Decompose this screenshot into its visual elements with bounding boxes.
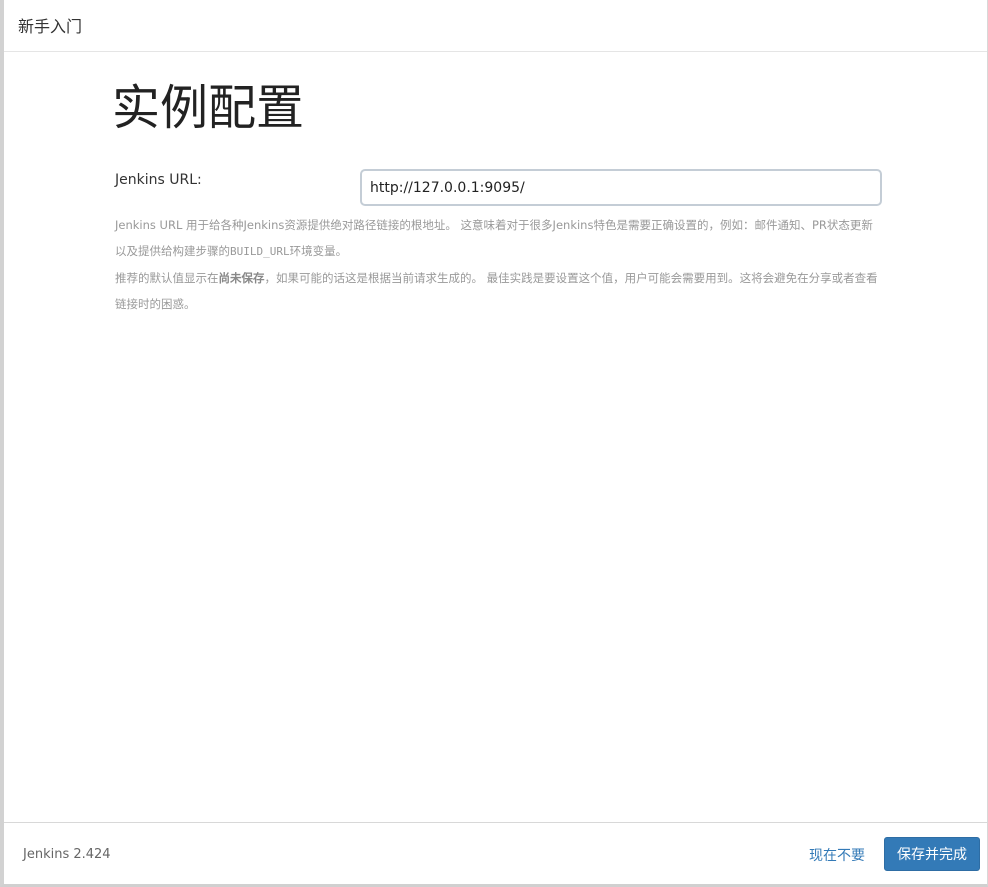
- dialog-footer: Jenkins 2.424 现在不要 保存并完成: [4, 822, 987, 884]
- build-url-code: BUILD_URL: [230, 245, 290, 258]
- jenkins-url-input[interactable]: [360, 169, 882, 206]
- dialog-header: 新手入门: [4, 0, 987, 52]
- help-paragraph-1: Jenkins URL 用于给各种Jenkins资源提供绝对路径链接的根地址。 …: [115, 218, 873, 258]
- not-now-button[interactable]: 现在不要: [809, 845, 865, 865]
- help-paragraph-2: 推荐的默认值显示在尚未保存，如果可能的话这是根据当前请求生成的。 最佳实践是要设…: [115, 271, 878, 311]
- setup-wizard-dialog: 新手入门 实例配置 Jenkins URL: Jenkins URL 用于给各种…: [0, 0, 988, 887]
- not-saved-emphasis: 尚未保存: [218, 271, 265, 285]
- jenkins-url-help: Jenkins URL 用于给各种Jenkins资源提供绝对路径链接的根地址。 …: [115, 212, 883, 317]
- page-title: 实例配置: [112, 80, 305, 136]
- save-and-finish-button[interactable]: 保存并完成: [884, 837, 980, 871]
- jenkins-url-label: Jenkins URL:: [115, 172, 202, 188]
- dialog-title: 新手入门: [18, 17, 83, 36]
- jenkins-version: Jenkins 2.424: [23, 847, 111, 862]
